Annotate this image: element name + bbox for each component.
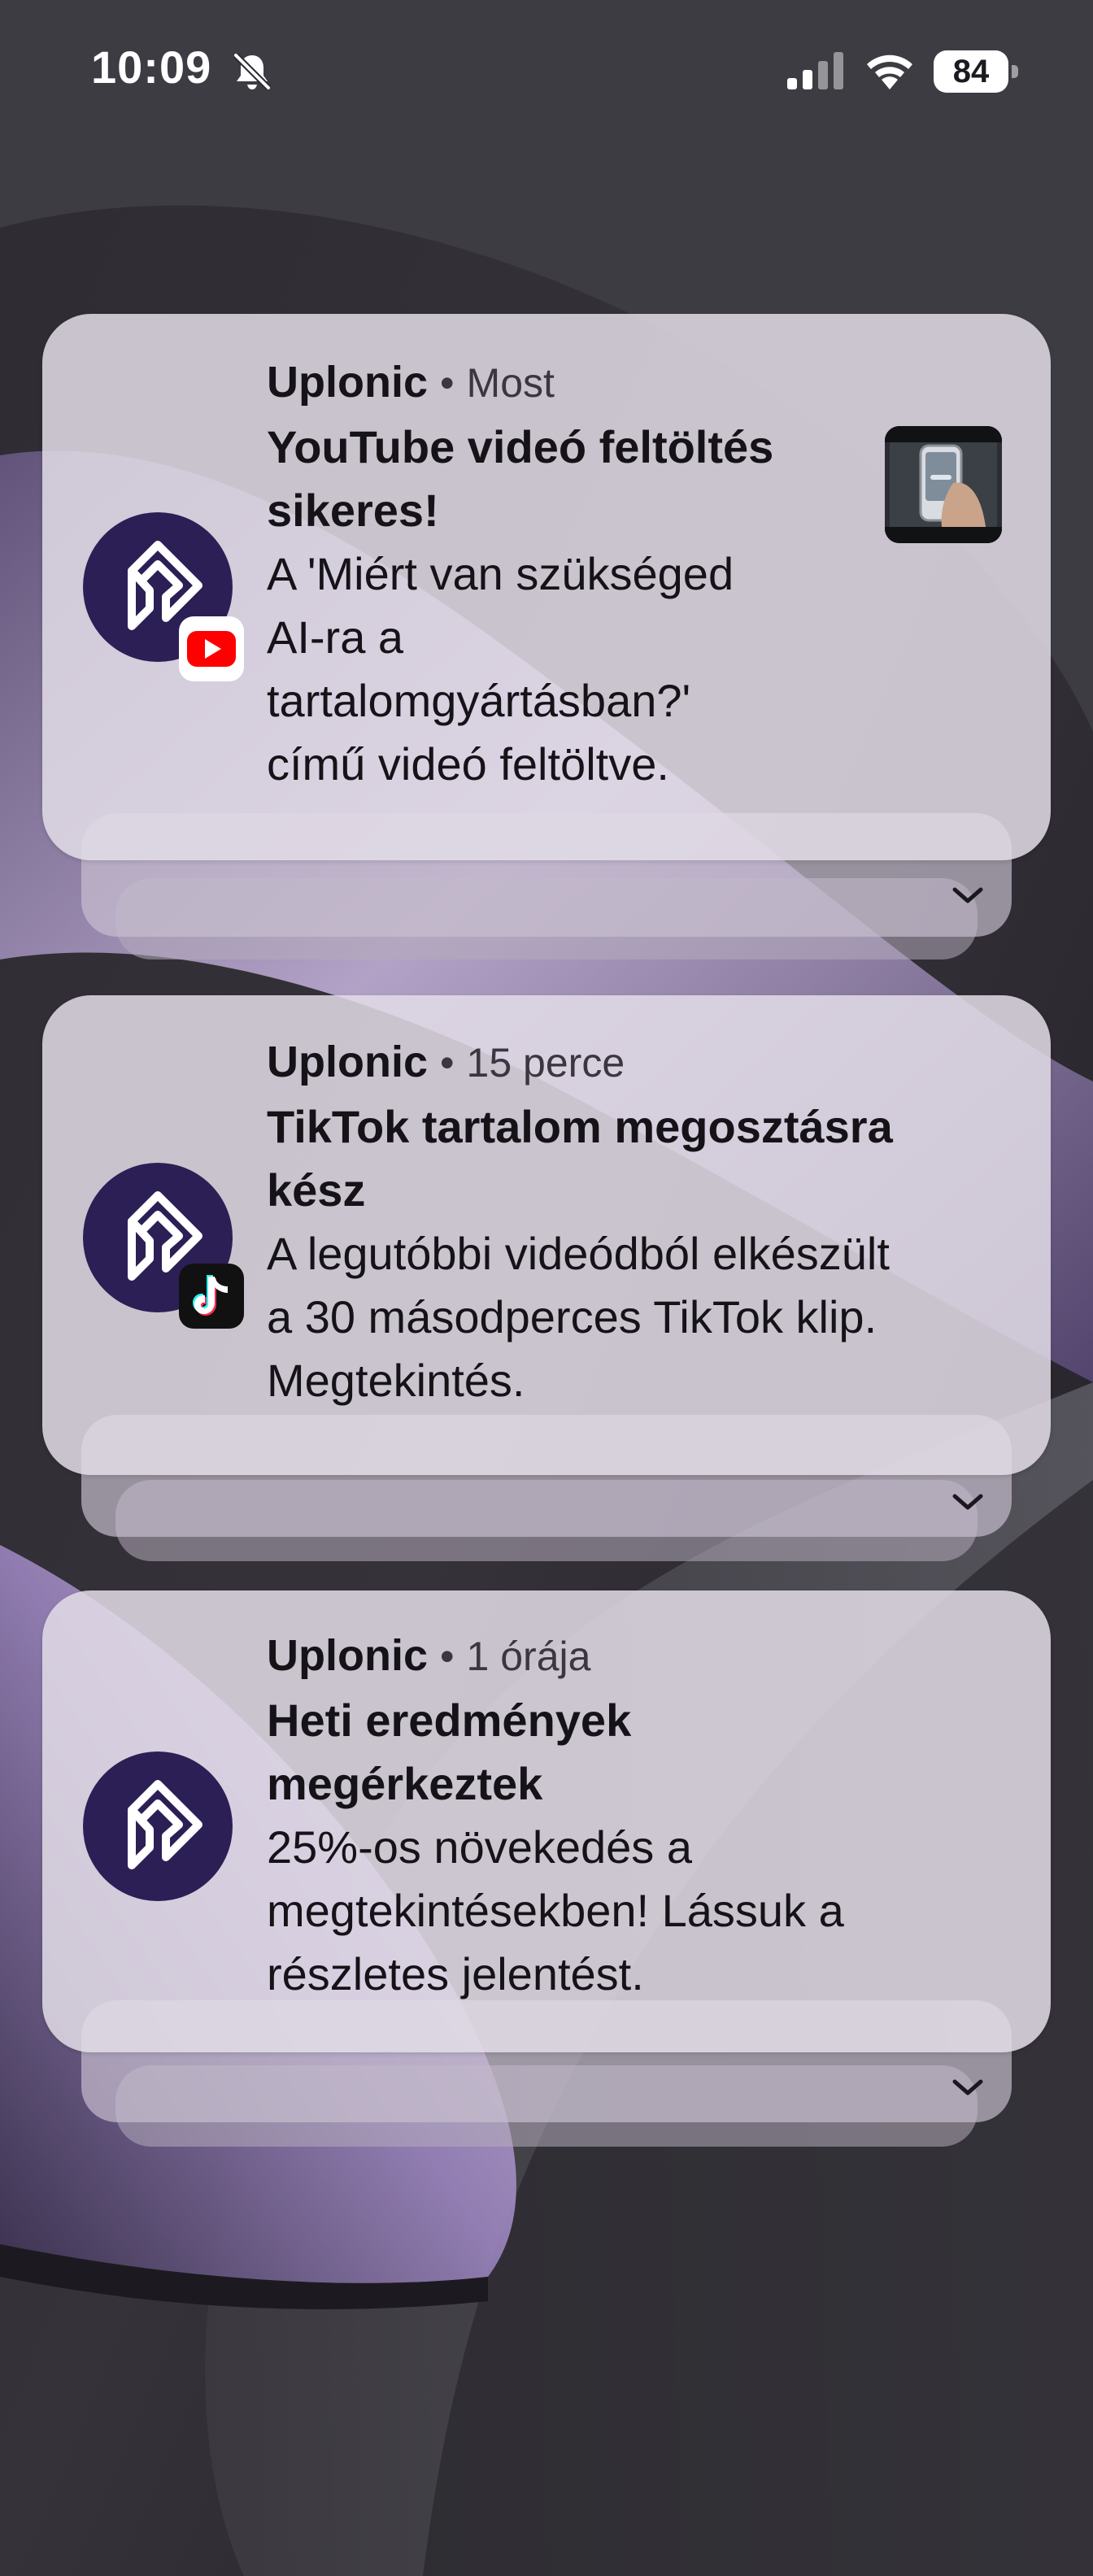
body-line: A legutóbbi videódból elkészült — [267, 1228, 890, 1279]
app-name: Uplonic — [267, 358, 428, 407]
body-line: részletes jelentést. — [267, 1948, 644, 1999]
body-line: című videó feltöltve. — [267, 738, 669, 790]
battery-icon: 84 — [934, 50, 1018, 93]
body-line: Megtekintés. — [267, 1355, 525, 1406]
notification-card[interactable]: Uplonic • 15 perce TikTok tartalom megos… — [42, 995, 1051, 1475]
notification-title: TikTok tartalom megosztásra kész — [267, 1095, 1031, 1222]
body-line: AI-ra a — [267, 611, 404, 663]
notification-title: Heti eredmények megérkeztek — [267, 1689, 1031, 1816]
uplonic-logo-icon — [128, 1780, 202, 1869]
notification-meta: Uplonic • 15 perce — [267, 1029, 1031, 1095]
video-thumbnail[interactable] — [885, 426, 1002, 543]
title-line: megérkeztek — [267, 1758, 543, 1809]
title-line: YouTube videó feltöltés — [267, 421, 774, 472]
body-line: tartalomgyártásban?' — [267, 675, 691, 726]
separator: • — [440, 1634, 455, 1679]
notification-card[interactable]: Uplonic • Most YouTube videó feltöltés s… — [42, 314, 1051, 860]
bell-slash-icon — [233, 53, 271, 90]
youtube-icon — [187, 631, 236, 667]
wifi-icon — [867, 54, 912, 89]
uplonic-app-icon — [83, 1751, 233, 1901]
battery-level: 84 — [934, 50, 1008, 93]
chevron-down-icon[interactable] — [950, 883, 986, 907]
body-line: megtekintésekben! Lássuk a — [267, 1885, 844, 1936]
notification-time: 15 perce — [466, 1040, 625, 1086]
notification-time: 1 órája — [466, 1634, 591, 1679]
youtube-badge — [179, 616, 244, 681]
app-name: Uplonic — [267, 1038, 428, 1086]
battery-tip — [1012, 65, 1018, 78]
title-line: sikeres! — [267, 485, 439, 536]
cellular-signal-icon — [787, 52, 843, 89]
notification-body: 25%-os növekedés a megtekintésekben! Lás… — [267, 1816, 1031, 2006]
status-time: 10:09 — [91, 41, 212, 93]
notification-content: Uplonic • 1 órája Heti eredmények megérk… — [267, 1623, 1031, 2006]
status-bar: 10:09 84 — [0, 0, 1093, 146]
notification-content: Uplonic • 15 perce TikTok tartalom megos… — [267, 1029, 1031, 1412]
app-name: Uplonic — [267, 1631, 428, 1680]
separator: • — [440, 1040, 455, 1086]
notification-meta: Uplonic • Most — [267, 350, 869, 416]
notification-body: A legutóbbi videódból elkészült a 30 más… — [267, 1222, 1031, 1412]
tiktok-badge — [179, 1264, 244, 1329]
tiktok-icon — [193, 1275, 228, 1316]
separator: • — [440, 360, 455, 406]
notification-meta: Uplonic • 1 órája — [267, 1623, 1031, 1689]
notification-content: Uplonic • Most YouTube videó feltöltés s… — [267, 350, 869, 796]
notification-card[interactable]: Uplonic • 1 órája Heti eredmények megérk… — [42, 1590, 1051, 2052]
body-line: a 30 másodperces TikTok klip. — [267, 1291, 877, 1342]
body-line: A 'Miért van szükséged — [267, 548, 734, 599]
notification-time: Most — [466, 360, 555, 406]
chevron-down-icon[interactable] — [950, 1490, 986, 1514]
title-line: TikTok tartalom megosztásra — [267, 1101, 893, 1152]
title-line: Heti eredmények — [267, 1695, 632, 1746]
chevron-down-icon[interactable] — [950, 2075, 986, 2100]
body-line: 25%-os növekedés a — [267, 1821, 693, 1873]
notification-title: YouTube videó feltöltés sikeres! — [267, 416, 869, 542]
phone-in-hand-image — [885, 426, 1002, 543]
notification-body: A 'Miért van szükséged AI-ra a tartalomg… — [267, 542, 869, 796]
title-line: kész — [267, 1164, 366, 1216]
